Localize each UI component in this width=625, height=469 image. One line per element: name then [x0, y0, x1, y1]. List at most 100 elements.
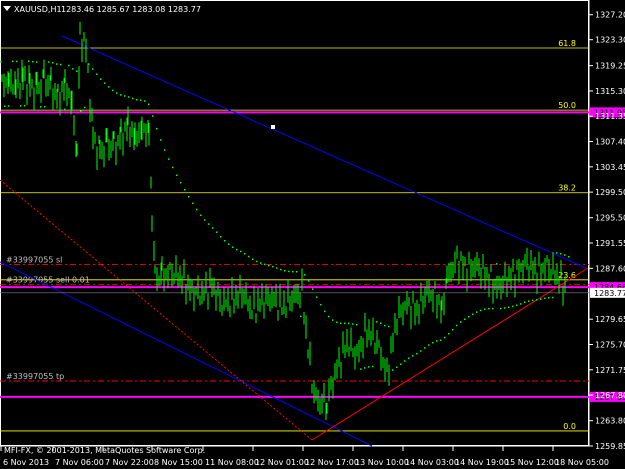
ma-dot — [76, 70, 78, 72]
ma-dot — [124, 95, 126, 97]
fibo-level-label: 61.8 — [558, 39, 576, 48]
ma-dot — [484, 308, 486, 311]
ma-dot — [372, 365, 374, 368]
ma-dot — [112, 89, 114, 92]
ma-dot — [512, 305, 514, 308]
ma-dot — [392, 369, 394, 371]
ma-dot — [300, 315, 302, 318]
ma-dot — [20, 105, 22, 107]
ma-dot — [116, 92, 118, 94]
ma-dot — [228, 243, 230, 246]
order-lines[interactable]: #33997055 sl #33997055 sell 0.01 #33997055… — [0, 255, 589, 382]
ma-dot — [48, 61, 50, 63]
ma-dot — [336, 321, 338, 324]
ma-dot — [560, 252, 562, 255]
ma-dot — [8, 105, 10, 107]
fibo-level-label: 50.0 — [558, 101, 576, 110]
ma-dot — [356, 323, 358, 326]
ma-dot — [164, 149, 166, 151]
order-line-label: #33997055 sl — [6, 255, 62, 264]
ma-dot — [192, 202, 194, 205]
ma-dot — [64, 108, 66, 111]
ma-dot — [544, 297, 546, 300]
ma-dot — [368, 366, 370, 368]
ma-dot — [440, 339, 442, 342]
moving-average-dots — [0, 60, 570, 371]
ma-dot — [524, 301, 526, 304]
ma-dot — [500, 307, 502, 310]
ma-dot — [384, 324, 386, 327]
ma-dot — [60, 63, 62, 66]
time-tick-label: 12 Nov 01:00 — [255, 458, 309, 467]
ma-dot — [200, 214, 202, 216]
fibo-level-label: 38.2 — [558, 184, 576, 193]
price-tick-label: 1307.40 — [595, 138, 625, 147]
price-tick-label: 1303.45 — [595, 163, 625, 172]
ma-dot — [240, 250, 242, 253]
ma-dot — [252, 258, 254, 261]
ma-dot — [40, 106, 42, 108]
ma-dot — [348, 322, 350, 325]
ma-dot — [84, 106, 86, 109]
ma-dot — [36, 61, 38, 63]
ma-dot — [516, 304, 518, 307]
ma-dot — [492, 307, 494, 310]
time-tick-label: 7 Nov 06:00 — [55, 458, 104, 467]
price-tick-label: 1299.50 — [595, 188, 625, 197]
ma-dot — [532, 299, 534, 302]
chart-dropdown-icon[interactable] — [3, 6, 11, 11]
ma-dot — [380, 322, 382, 324]
ma-dot — [32, 60, 34, 63]
price-chart[interactable]: 1311.951284.661267.52 61.850.038.223.60.… — [0, 0, 625, 469]
fibonacci-levels[interactable]: 61.850.038.223.60.0 — [0, 39, 589, 432]
ma-dot — [332, 319, 334, 321]
ma-dot — [456, 324, 458, 327]
ma-dot — [568, 256, 570, 258]
ma-dot — [12, 60, 14, 63]
ma-dot — [92, 68, 94, 70]
ma-dot — [540, 298, 542, 300]
ma-dot — [476, 311, 478, 313]
ma-dot — [172, 166, 174, 169]
ma-dot — [364, 367, 366, 369]
ma-dot — [176, 174, 178, 177]
ma-dot — [24, 104, 26, 107]
current-price-label: 1283.77 — [594, 289, 625, 298]
trend-channel[interactable] — [0, 35, 587, 447]
ma-dot — [132, 97, 134, 100]
ma-dot — [324, 310, 326, 313]
trendlines[interactable] — [0, 179, 589, 441]
channel-anchor-point[interactable] — [271, 125, 275, 129]
ma-dot — [424, 347, 426, 349]
ma-dot — [508, 306, 510, 309]
fibo-level-label: 0.0 — [563, 422, 576, 431]
trendline-dotted[interactable] — [0, 179, 313, 441]
ma-dot — [520, 303, 522, 305]
ma-dot — [396, 366, 398, 369]
ma-dot — [212, 227, 214, 229]
ma-dot — [144, 100, 146, 102]
ma-dot — [220, 235, 222, 238]
channel-upper-line[interactable] — [61, 35, 587, 269]
ma-dot — [100, 78, 102, 80]
ma-dot — [376, 321, 378, 323]
ma-dot — [312, 288, 314, 290]
ma-dot — [156, 127, 158, 130]
time-tick-label: 14 Nov 19:00 — [455, 458, 509, 467]
ma-dot — [52, 62, 54, 64]
ma-dot — [548, 296, 550, 299]
ma-dot — [468, 315, 470, 318]
ohlc-values: 1283.46 1285.67 1283.08 1283.77 — [61, 5, 201, 14]
symbol-label: XAUUSD,H1 — [14, 5, 62, 14]
ma-dot — [272, 265, 274, 268]
ma-dot — [280, 268, 282, 271]
ma-dot — [248, 255, 250, 258]
ma-dot — [140, 99, 142, 102]
ma-dot — [224, 239, 226, 242]
ma-dot — [432, 341, 434, 344]
ma-dot — [96, 73, 98, 75]
ma-dot — [260, 262, 262, 264]
time-tick-label: 13 Nov 10:00 — [355, 458, 409, 467]
price-tick-label: 1291.55 — [595, 239, 625, 248]
copyright-text: MFI-FX, © 2001-2013, MetaQuotes Software… — [4, 446, 205, 455]
